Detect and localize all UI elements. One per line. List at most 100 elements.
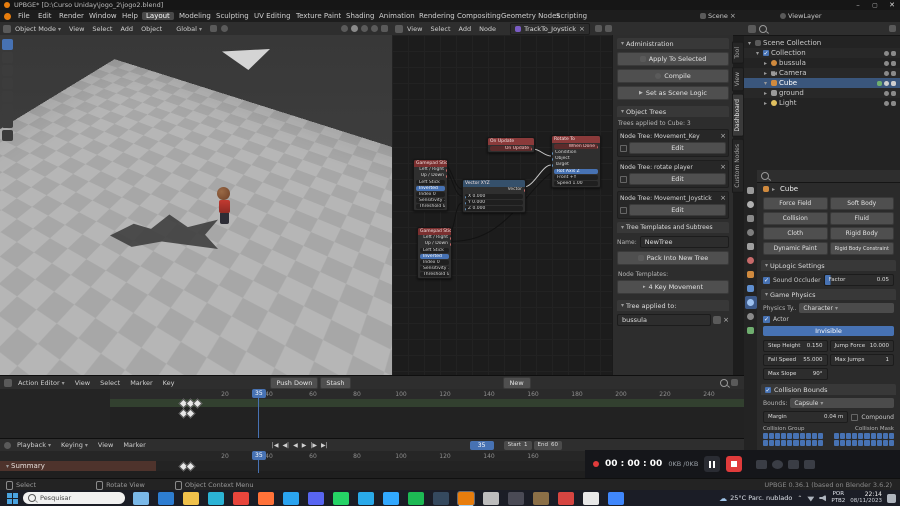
snap-magnet-icon[interactable]: [210, 25, 217, 32]
collision-layer-cell[interactable]: [846, 433, 852, 439]
physics-rigid-body-button[interactable]: Rigid Body: [829, 227, 894, 240]
outliner-row-ground[interactable]: ground: [744, 88, 900, 98]
keyframe-diamond[interactable]: [185, 461, 196, 472]
tray-chevron-icon[interactable]: ⌃: [797, 495, 802, 502]
collision-layer-cell[interactable]: [852, 440, 858, 446]
solid-shading-icon[interactable]: [351, 25, 358, 32]
tab-constraints[interactable]: [745, 310, 757, 323]
remove-tree-icon[interactable]: [720, 163, 726, 171]
remove-tree-icon[interactable]: [720, 194, 726, 202]
node-field-threshold[interactable]: Threshold 0.100: [420, 272, 449, 277]
editor-type-icon[interactable]: [4, 441, 11, 449]
node-dropdown-rot-axis[interactable]: Rot Axis Z: [554, 169, 598, 174]
taskbar-app-icon-zoom[interactable]: [608, 492, 624, 505]
editor-mode-dropdown[interactable]: Action Editor: [14, 379, 69, 387]
physics-fluid-button[interactable]: Fluid: [829, 212, 894, 225]
eye-icon[interactable]: [884, 60, 889, 66]
node-field-speed[interactable]: Speed 1.00: [554, 181, 598, 186]
transform-tool[interactable]: [2, 104, 13, 115]
collision-layer-cell[interactable]: [834, 433, 840, 439]
tree-toggle-checkbox[interactable]: [620, 206, 627, 214]
physics-force-field-button[interactable]: Force Field: [763, 197, 828, 210]
collision-layer-cell[interactable]: [852, 433, 858, 439]
tab-tool[interactable]: [745, 184, 757, 197]
node-field-index[interactable]: Index 0: [416, 192, 445, 197]
workspace-tab-uv-editing[interactable]: UV Editing: [250, 12, 295, 20]
tab-object-data[interactable]: [745, 324, 757, 337]
outliner-row-scene-collection[interactable]: Scene Collection: [744, 38, 900, 48]
collision-layer-cell[interactable]: [888, 433, 894, 439]
collision-layer-cell[interactable]: [817, 440, 823, 446]
character[interactable]: [217, 187, 231, 227]
physics-rigid-body-constraint-button[interactable]: Rigid Body Constraint: [829, 242, 894, 255]
node-gamepad-sticks-2[interactable]: Gamepad Sticks Left / Right Up / Down Le…: [417, 227, 452, 279]
tab-view-layer[interactable]: [745, 226, 757, 239]
taskbar-app-icon-copilot[interactable]: [158, 492, 174, 505]
tab-object[interactable]: [745, 268, 757, 281]
rendered-shading-icon[interactable]: [371, 25, 378, 32]
measure-tool[interactable]: [2, 130, 13, 141]
notification-center-icon[interactable]: [887, 493, 896, 503]
taskbar-app-icon-firefox[interactable]: [258, 492, 274, 505]
collision-layer-cell[interactable]: [763, 433, 769, 439]
taskbar-app-icon-spotify[interactable]: [408, 492, 424, 505]
compound-checkbox[interactable]: [851, 413, 859, 421]
dope-menu-select[interactable]: Select: [96, 379, 124, 387]
shading-mode-toggles[interactable]: [341, 25, 388, 32]
collision-layer-cell[interactable]: [787, 433, 793, 439]
factor-slider[interactable]: Factor 0.05: [823, 274, 894, 286]
disclosure-icon[interactable]: [764, 79, 769, 87]
collision-layer-cell[interactable]: [769, 440, 775, 446]
summary-channel-row[interactable]: Summary: [0, 461, 585, 472]
pack-into-new-tree-button[interactable]: Pack Into New Tree: [617, 251, 729, 265]
bounds-dropdown[interactable]: Capsule: [790, 398, 894, 408]
workspace-tab-layout[interactable]: Layout: [142, 12, 174, 20]
tab-physics[interactable]: [744, 296, 757, 309]
node-tree-unlink-icon[interactable]: [579, 25, 585, 33]
remove-tree-icon[interactable]: [720, 132, 726, 140]
jump-to-start-button[interactable]: |◀: [272, 442, 279, 449]
set-scene-logic-button[interactable]: ▶ Set as Scene Logic: [617, 86, 729, 100]
menu-edit[interactable]: Edit: [34, 12, 56, 20]
app-menu-icon[interactable]: [4, 13, 11, 20]
collision-layer-cell[interactable]: [781, 433, 787, 439]
tree-name-input[interactable]: NewTree: [639, 236, 729, 248]
tab-render[interactable]: [745, 198, 757, 211]
viewport-menu-add[interactable]: Add: [116, 25, 137, 33]
section-administration[interactable]: Administration: [617, 38, 729, 49]
node-field-sensitivity[interactable]: Sensitivity 1.000: [416, 198, 445, 203]
template-4-key-movement-button[interactable]: ▸ 4 Key Movement: [617, 280, 729, 294]
disclosure-icon[interactable]: [764, 89, 769, 97]
stop-button[interactable]: [726, 456, 743, 472]
node-field-threshold[interactable]: Threshold 0.100: [416, 204, 445, 209]
node-field-z[interactable]: Z 0.000: [465, 206, 523, 211]
move-tool[interactable]: [2, 65, 13, 76]
viewport-canvas[interactable]: [0, 35, 392, 375]
fall-speed-field[interactable]: Fall Speed 55.000: [763, 354, 828, 366]
tab-world[interactable]: [745, 254, 757, 267]
search-icon[interactable]: [759, 24, 767, 33]
viewport-menu-object[interactable]: Object: [137, 25, 166, 33]
workspace-tab-modeling[interactable]: Modeling: [175, 12, 215, 20]
stash-button[interactable]: Stash: [320, 376, 351, 389]
outliner-row-light[interactable]: Light: [744, 98, 900, 108]
view-layer-selector[interactable]: ViewLayer: [780, 11, 822, 21]
dope-menu-marker[interactable]: Marker: [126, 379, 156, 387]
summary-label[interactable]: Summary: [0, 461, 156, 471]
disclosure-icon[interactable]: [764, 99, 769, 107]
node-menu-node[interactable]: Node: [475, 25, 500, 33]
taskbar-app-icon-explorer[interactable]: [183, 492, 199, 505]
eye-icon[interactable]: [884, 100, 889, 106]
sidebar-tab-dashboard[interactable]: Dashboard: [732, 93, 744, 137]
node-canvas[interactable]: Gamepad Sticks Left / Right Up / Down Le…: [392, 35, 612, 375]
editor-type-icon[interactable]: [3, 24, 11, 33]
apply-to-selected-button[interactable]: Apply To Selected: [617, 52, 729, 66]
logic-node-editor[interactable]: View Select Add Node TrackTo_Joystick Ga…: [392, 22, 745, 375]
end-frame-field[interactable]: End 60: [533, 440, 562, 450]
collision-layer-cell[interactable]: [882, 433, 888, 439]
viewport-menu-select[interactable]: Select: [88, 25, 116, 33]
workspace-tab-sculpting[interactable]: Sculpting: [212, 12, 253, 20]
taskbar-app-icon-obs[interactable]: [508, 492, 524, 505]
viewport-menu-view[interactable]: View: [65, 25, 88, 33]
taskbar-app-icon-discord[interactable]: [308, 492, 324, 505]
